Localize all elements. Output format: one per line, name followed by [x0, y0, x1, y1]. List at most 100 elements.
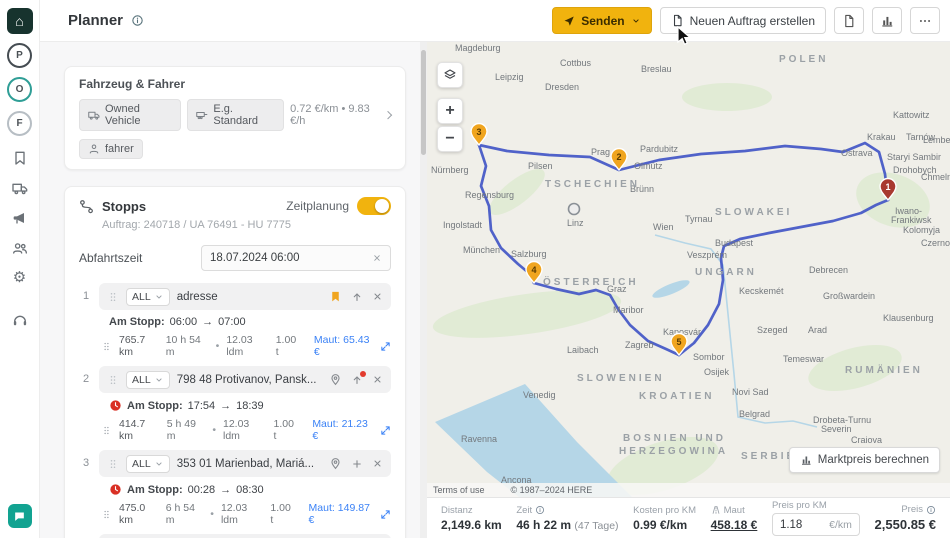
senden-button[interactable]: Senden	[552, 7, 652, 34]
leg-toll[interactable]: Maut: 65.43 €	[314, 334, 373, 358]
stop-address-row[interactable]: ALL 8764 Pusterwald, Austria	[99, 534, 391, 538]
am-stopp-label: Am Stopp:	[109, 316, 165, 328]
stop-type-select[interactable]: ALL	[126, 287, 170, 306]
stat-time: Zeit 46 h 22 m (47 Tage)	[516, 505, 618, 532]
leg-duration: 10 h 54 m	[165, 334, 201, 358]
price-per-km-input[interactable]: 1.18 €/km	[771, 513, 860, 536]
leg-distance: 414.7 km	[119, 418, 146, 442]
info-icon[interactable]	[131, 14, 144, 27]
expand-icon[interactable]	[380, 425, 391, 436]
map-city-label: Cottbus	[560, 58, 592, 68]
stop-item-4: 4 ALL 8764 Pusterwald, Austria	[79, 534, 391, 538]
truck-icon	[88, 109, 100, 121]
map-city-label: Temeswar	[783, 354, 824, 364]
remove-stop-icon[interactable]	[372, 291, 383, 302]
terms-of-use-link[interactable]: Terms of use	[433, 485, 485, 495]
driver-badge[interactable]: fahrer	[79, 139, 143, 159]
new-order-button[interactable]: Neuen Auftrag erstellen	[659, 7, 826, 34]
stop-address-row[interactable]: ALL 798 48 Protivanov, Pansk...	[99, 366, 391, 393]
map-city-label: München	[463, 245, 500, 255]
document-button[interactable]	[834, 7, 864, 34]
drag-handle-icon[interactable]	[107, 458, 119, 470]
map-canvas[interactable]: Magdeburg Cottbus Leipzig Dresden Breslau Kat…	[427, 42, 950, 497]
trailer-badge[interactable]: E.g. Standard	[187, 99, 285, 131]
map-city-label: Debrecen	[809, 265, 848, 275]
add-icon[interactable]	[351, 458, 363, 470]
arrow-glyph: →	[202, 316, 214, 328]
support-chat-button[interactable]	[7, 504, 32, 528]
paper-plane-icon	[563, 15, 575, 27]
map-city-label: Kecskemét	[739, 286, 784, 296]
map-layers-button[interactable]	[437, 62, 463, 88]
leg-toll[interactable]: Maut: 149.87 €	[309, 502, 373, 526]
remove-stop-icon[interactable]	[372, 458, 383, 469]
sidebar-item-team[interactable]	[12, 240, 28, 256]
info-icon[interactable]	[535, 505, 545, 515]
stat-distance: Distanz 2,149.6 km	[441, 505, 502, 532]
stop-type-select[interactable]: ALL	[126, 454, 170, 473]
sidebar-item-fleet[interactable]	[12, 180, 28, 196]
expand-icon[interactable]	[380, 509, 391, 520]
map-city-label: Breslau	[641, 64, 672, 74]
trailer-badge-label: E.g. Standard	[213, 103, 259, 127]
sidebar-item-support[interactable]	[12, 312, 28, 328]
map-pin-icon[interactable]	[329, 373, 342, 386]
map-city-label: Klausenburg	[883, 313, 934, 323]
map-container[interactable]: Magdeburg Cottbus Leipzig Dresden Breslau Kat…	[427, 42, 950, 497]
map-city-label: Maribor	[613, 305, 644, 315]
map-city-label: Ostrava	[841, 148, 873, 158]
gear-icon: ⚙	[12, 269, 27, 286]
map-city-label: Pardubitz	[640, 144, 679, 154]
stop-type-select[interactable]: ALL	[126, 370, 170, 389]
zoom-in-button[interactable]: +	[437, 98, 463, 124]
home-button[interactable]: ⌂	[6, 8, 33, 34]
map-waypoint[interactable]	[567, 202, 581, 216]
map-attribution: Terms of use © 1987–2024 HERE	[427, 483, 950, 497]
info-icon[interactable]	[926, 505, 936, 515]
arrow-up-icon[interactable]	[351, 291, 363, 303]
more-options-button[interactable]	[910, 7, 940, 34]
sidebar-item-settings[interactable]: ⚙	[13, 270, 26, 286]
leg-toll[interactable]: Maut: 21.23 €	[312, 418, 373, 442]
zoom-out-button[interactable]: −	[437, 126, 463, 152]
map-pin-icon[interactable]	[329, 457, 342, 470]
vehicle-driver-card: Fahrzeug & Fahrer Owned Vehicle E.g. Sta…	[64, 66, 406, 170]
stat-cost-per-km: Kosten pro KM 0.99 €/km	[633, 505, 696, 532]
remove-stop-icon[interactable]	[372, 374, 383, 385]
map-city-label: Frankiwsk	[891, 215, 932, 225]
avatar-o[interactable]: O	[7, 77, 32, 102]
expand-icon[interactable]	[380, 341, 391, 352]
report-button[interactable]	[872, 7, 902, 34]
departure-time-input[interactable]: 18.07.2024 06:00	[201, 245, 391, 271]
person-icon	[88, 143, 100, 155]
drag-handle-icon[interactable]	[107, 291, 119, 303]
map-city-label: Venedig	[523, 390, 556, 400]
avatar-p[interactable]: P	[7, 43, 32, 68]
vehicle-rate[interactable]: 0.72 €/km • 9.83 €/h	[290, 103, 393, 127]
sidebar-item-bookmarks[interactable]	[12, 150, 28, 166]
panel-scrollbar[interactable]	[420, 42, 427, 538]
toll-value[interactable]: 458.18 €	[711, 518, 758, 532]
marktpreis-button[interactable]: Marktpreis berechnen	[788, 447, 940, 473]
stop-address-row[interactable]: ALL adresse	[99, 283, 391, 310]
map-city-label: Budapest	[715, 238, 754, 248]
vehicle-badge[interactable]: Owned Vehicle	[79, 99, 182, 131]
dot-separator: •	[210, 508, 214, 520]
price-label: Preis	[901, 504, 923, 515]
svg-text:2: 2	[616, 152, 621, 162]
sidebar-item-announcements[interactable]	[12, 210, 28, 226]
app-header: Planner Senden Neuen Auftrag erstellen	[40, 0, 950, 42]
stop-address-row[interactable]: ALL 353 01 Marienbad, Mariá...	[99, 450, 391, 477]
arrow-up-with-alert[interactable]	[351, 370, 366, 386]
bookmark-icon[interactable]	[329, 290, 342, 303]
avatar-f[interactable]: F	[7, 111, 32, 136]
dot-separator: •	[212, 424, 216, 436]
map-city-label: Salzburg	[511, 249, 547, 259]
drag-handle-icon	[101, 341, 112, 352]
scrollbar-thumb[interactable]	[421, 50, 426, 155]
clear-icon[interactable]	[372, 253, 382, 263]
file-icon	[671, 14, 684, 27]
drag-handle-icon[interactable]	[107, 374, 119, 386]
zeitplanung-toggle[interactable]	[357, 197, 391, 215]
megaphone-icon	[12, 210, 28, 226]
